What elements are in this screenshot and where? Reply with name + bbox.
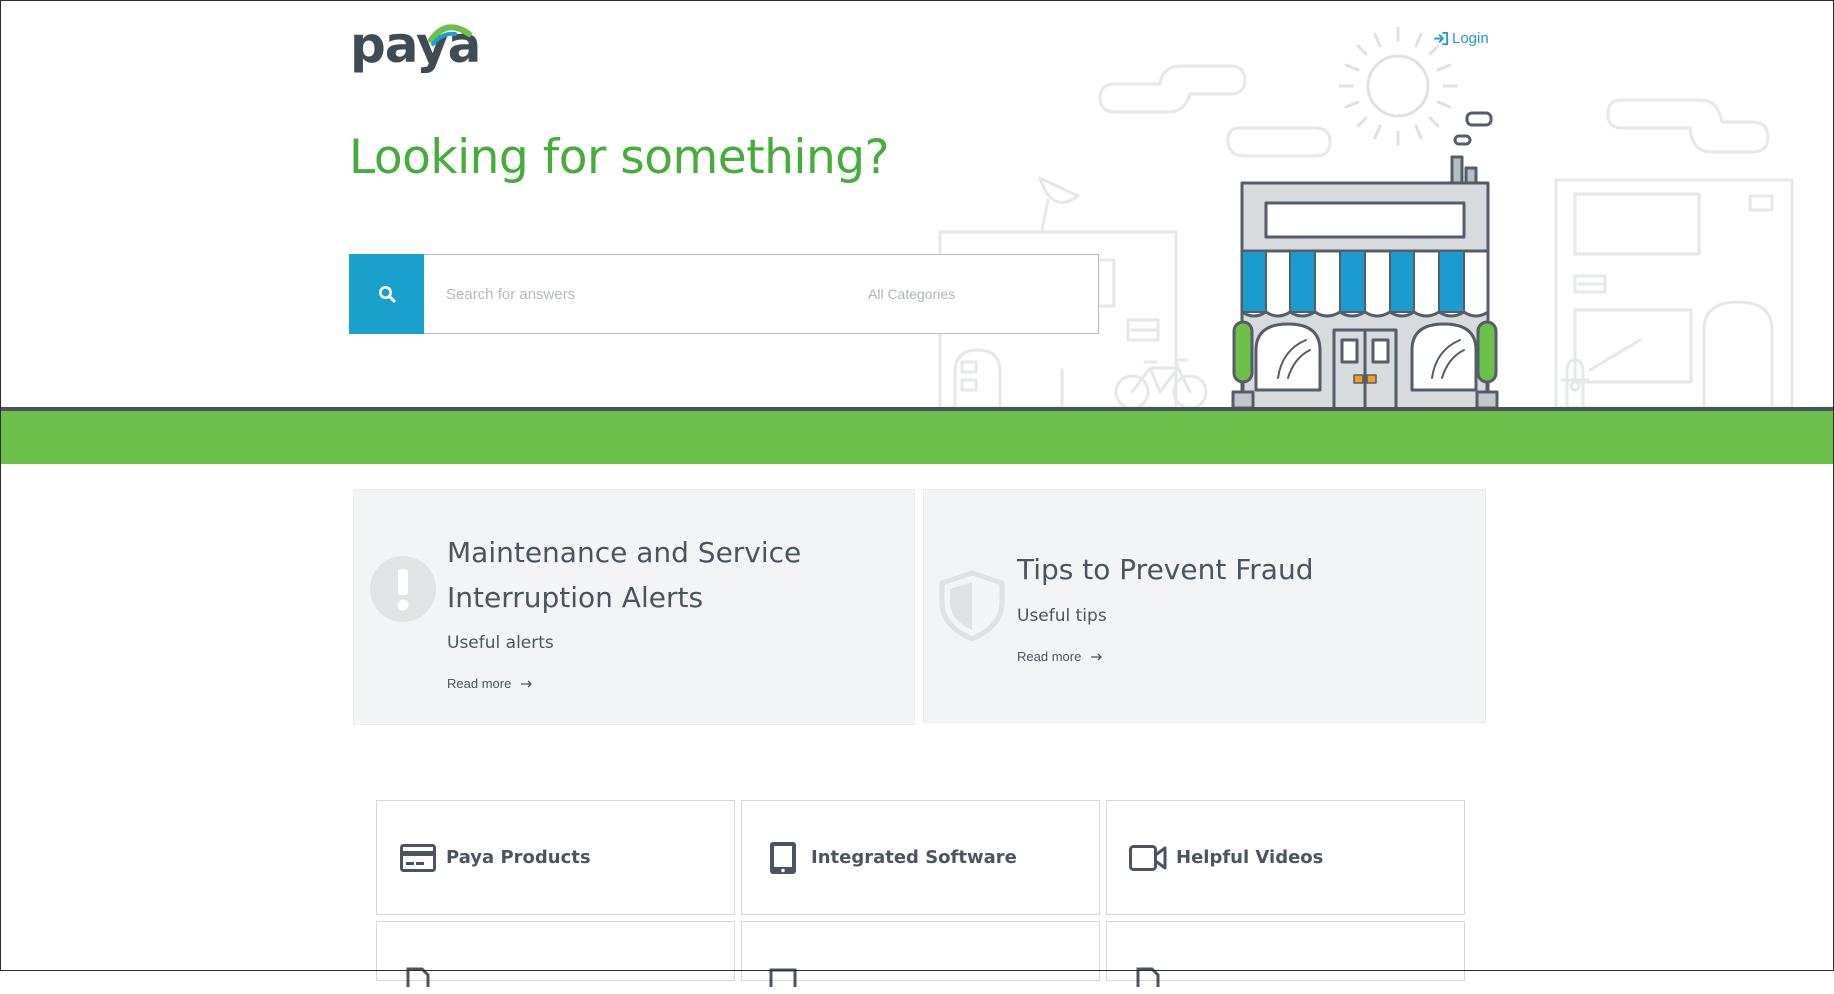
category-tile-helpful-videos[interactable]: Helpful Videos [1106,800,1465,915]
category-tile-row2-2[interactable] [741,921,1100,987]
tile-label: Helpful Videos [1176,847,1324,868]
exclamation-circle-icon [370,556,436,622]
tile-label: Paya Products [446,847,591,868]
document-icon [399,960,437,994]
credit-card-icon [399,841,437,875]
document-icon [1129,960,1167,994]
search-bar: All Categories [349,254,1099,334]
category-tile-row2-3[interactable] [1106,921,1465,987]
shield-icon [939,570,1005,642]
login-link[interactable]: Login [1434,30,1489,47]
tablet-icon [764,841,802,875]
login-label: Login [1452,30,1489,47]
read-more-link[interactable]: Read more [447,676,533,691]
search-icon [378,286,395,303]
read-more-label: Read more [1017,649,1082,664]
green-banner [0,411,1834,464]
arrow-right-icon [1091,653,1103,660]
card-subtitle: Useful tips [1017,606,1107,626]
monitor-icon [764,960,802,994]
read-more-link[interactable]: Read more [1017,649,1103,664]
paya-logo[interactable]: paya [350,18,481,74]
card-subtitle: Useful alerts [447,633,554,653]
search-button[interactable] [349,254,424,334]
category-tile-row2-1[interactable] [376,921,735,987]
category-tile-integrated-software[interactable]: Integrated Software [741,800,1100,915]
logo-swoosh-icon [428,24,472,46]
page-headline: Looking for something? [349,130,890,185]
video-camera-icon [1129,841,1167,875]
search-input[interactable] [444,284,848,304]
storefront-illustration [938,26,1834,411]
read-more-label: Read more [447,676,512,691]
fraud-tips-card[interactable]: Tips to Prevent Fraud Useful tips Read m… [923,489,1486,723]
tile-label: Integrated Software [811,847,1017,868]
search-field-container: All Categories [424,254,1099,334]
category-tile-paya-products[interactable]: Paya Products [376,800,735,915]
card-title-line1: Maintenance and Service [447,536,802,569]
sign-in-icon [1434,31,1449,46]
category-select[interactable]: All Categories [868,286,955,302]
hero-section: paya Login Looking for something? All Ca… [0,0,1834,465]
maintenance-alerts-card[interactable]: Maintenance and Service Interruption Ale… [353,489,915,725]
card-title: Tips to Prevent Fraud [1017,553,1314,586]
card-title-line2: Interruption Alerts [447,581,704,614]
arrow-right-icon [521,680,533,687]
